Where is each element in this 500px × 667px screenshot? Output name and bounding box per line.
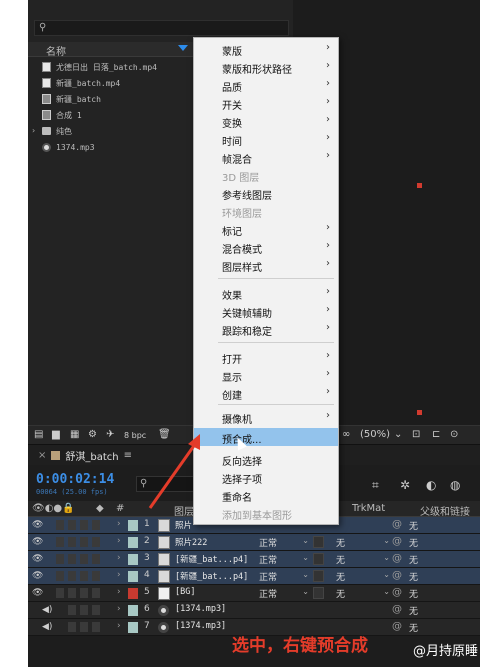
- watermark: @月持原睡: [413, 644, 479, 659]
- annotation-caption: 选中，右键预合成: [232, 636, 368, 656]
- annotation-arrow-line: [148, 439, 200, 509]
- annotation-arrow: [148, 434, 200, 509]
